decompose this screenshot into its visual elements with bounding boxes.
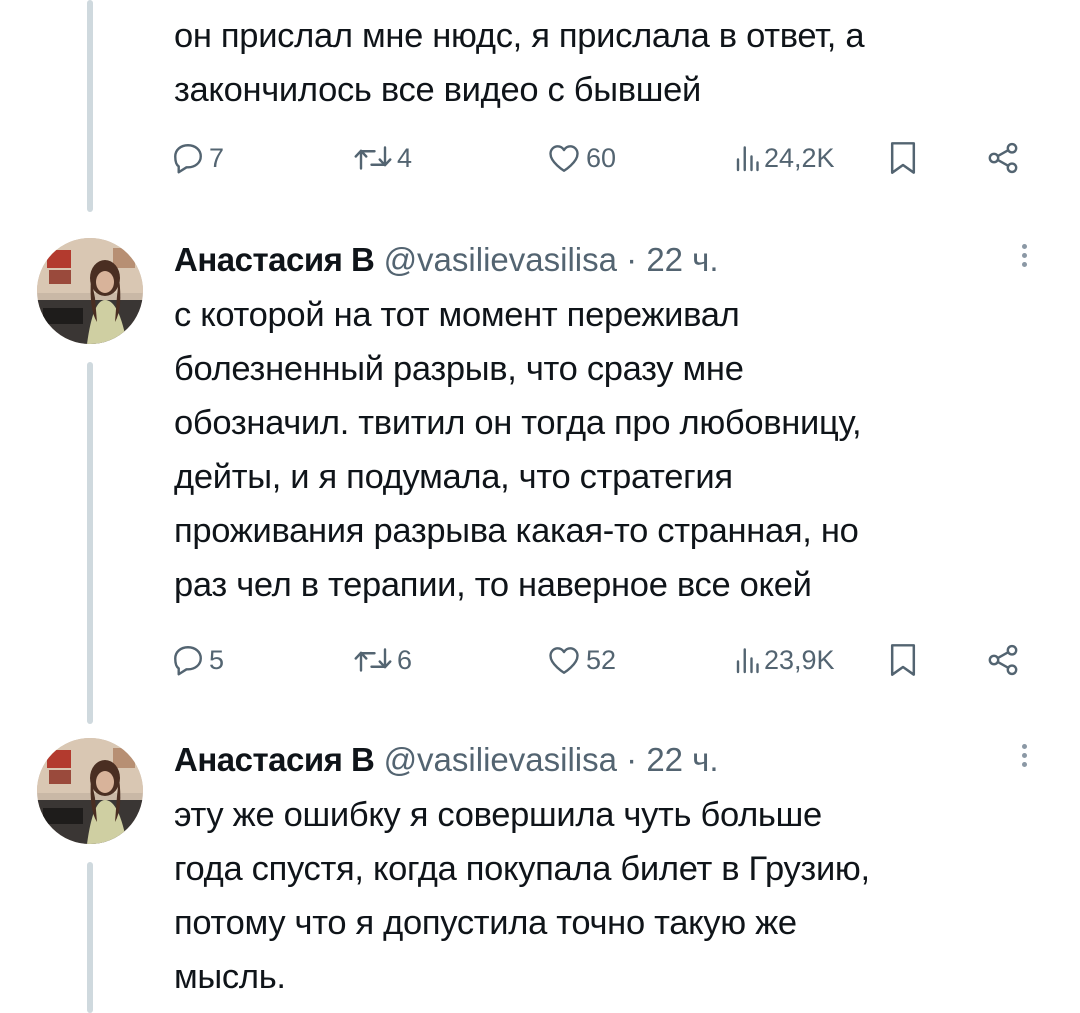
tweet-text-line: раз чел в терапии, то наверное все окей	[174, 566, 812, 604]
heart-icon	[549, 647, 579, 674]
views-icon	[736, 648, 759, 674]
tweet-text-line: года спустя, когда покупала билет в Груз…	[174, 850, 870, 888]
views-count: 23,9K	[764, 644, 835, 675]
tweet-text-line: потому что я допустила точно такую же	[174, 904, 797, 942]
separator: ·	[626, 741, 638, 778]
share-icon	[988, 142, 1018, 174]
separator: ·	[626, 241, 638, 278]
tweet-text: с которой на тот момент переживал болезн…	[174, 288, 1044, 612]
reply-icon	[174, 646, 202, 676]
views-button[interactable]: 23,9K	[733, 638, 835, 682]
tweet-text-line: мысль.	[174, 958, 286, 996]
like-count: 52	[586, 644, 617, 675]
tweet-text-line: он прислал мне нюдс, я прислала в ответ,…	[174, 17, 865, 55]
share-button[interactable]	[985, 136, 1021, 180]
like-count: 60	[586, 142, 617, 173]
tweet-text-line: проживания разрыва какая-то странная, но	[174, 512, 859, 550]
tweet-text: он прислал мне нюдс, я прислала в ответ,…	[174, 9, 1044, 117]
share-button[interactable]	[985, 638, 1021, 682]
more-icon[interactable]	[1018, 740, 1030, 780]
tweet-text-line: обозначил. твитил он тогда про любовницу…	[174, 404, 862, 442]
tweet-header: Анастасия В @vasilievasilisa · 22 ч.	[174, 240, 1044, 280]
thread-line	[87, 862, 93, 1013]
avatar[interactable]	[37, 738, 143, 844]
author-handle[interactable]: @vasilievasilisa	[384, 241, 617, 278]
like-button[interactable]: 60	[545, 136, 616, 180]
thread-line	[87, 0, 93, 212]
tweet-text-line: с которой на тот момент переживал	[174, 296, 740, 334]
author-handle[interactable]: @vasilievasilisa	[384, 741, 617, 778]
tweet-text-line: болезненный разрыв, что сразу мне	[174, 350, 744, 388]
retweet-count: 4	[397, 142, 413, 173]
tweet-text-line: закончилось все видео с бывшей	[174, 71, 701, 109]
retweet-icon	[354, 648, 392, 672]
tweet-time[interactable]: 22 ч.	[646, 741, 718, 778]
like-button[interactable]: 52	[545, 638, 616, 682]
tweet-text: эту же ошибку я совершила чуть больше го…	[174, 788, 1044, 1004]
thread-line	[87, 362, 93, 724]
views-icon	[736, 146, 759, 172]
tweet-text-line: дейты, и я подумала, что стратегия	[174, 458, 733, 496]
tweet-thread: он прислал мне нюдс, я прислала в ответ,…	[0, 0, 1080, 1013]
tweet-time[interactable]: 22 ч.	[646, 241, 718, 278]
views-button[interactable]: 24,2K	[733, 136, 835, 180]
author-name[interactable]: Анастасия В	[174, 241, 375, 278]
author-name[interactable]: Анастасия В	[174, 741, 375, 778]
tweet-header: Анастасия В @vasilievasilisa · 22 ч.	[174, 740, 1044, 780]
more-icon[interactable]	[1018, 240, 1030, 280]
bookmark-icon	[890, 142, 916, 174]
retweet-button[interactable]: 4	[352, 136, 412, 180]
reply-count: 7	[209, 142, 225, 173]
retweet-icon	[354, 146, 392, 170]
avatar[interactable]	[37, 238, 143, 344]
tweet-text-line: эту же ошибку я совершила чуть больше	[174, 796, 822, 834]
bookmark-icon	[890, 644, 916, 676]
bookmark-button[interactable]	[886, 136, 920, 180]
share-icon	[988, 644, 1018, 676]
tweet-actions: 7 4 60 24,2K	[170, 136, 1030, 180]
bookmark-button[interactable]	[886, 638, 920, 682]
tweet-actions: 5 6 52 23,9K	[170, 638, 1030, 682]
reply-button[interactable]: 7	[170, 136, 224, 180]
heart-icon	[549, 145, 579, 172]
views-count: 24,2K	[764, 142, 835, 173]
retweet-button[interactable]: 6	[352, 638, 412, 682]
retweet-count: 6	[397, 644, 413, 675]
reply-count: 5	[209, 644, 225, 675]
reply-icon	[174, 144, 202, 174]
reply-button[interactable]: 5	[170, 638, 224, 682]
